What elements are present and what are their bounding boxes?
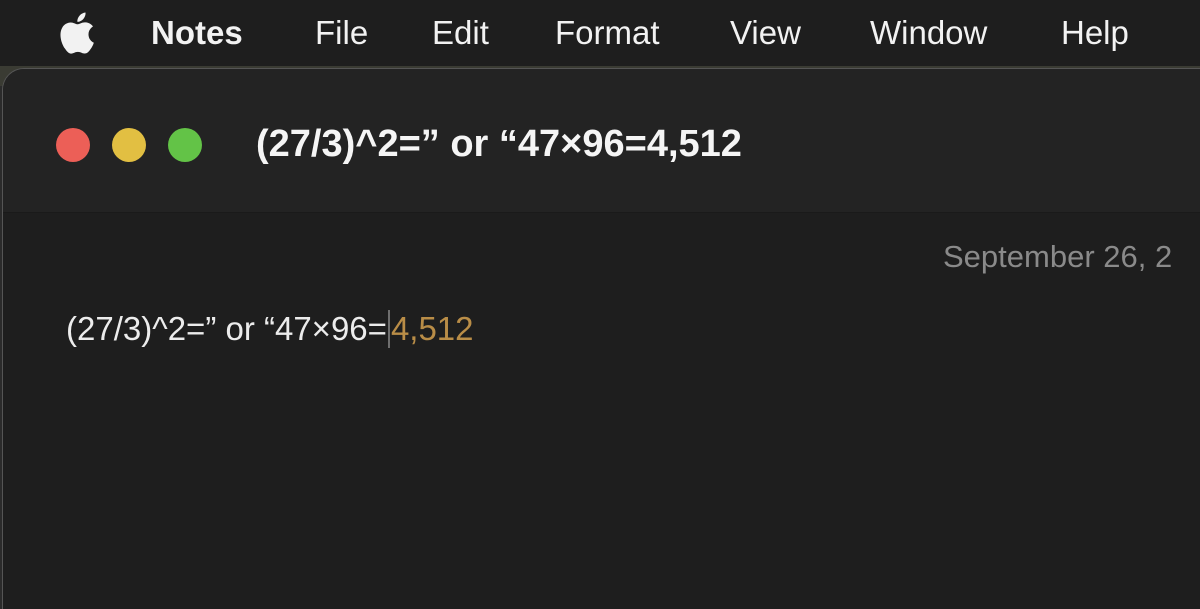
note-typed-text: (27/3)^2=” or “47×96=: [66, 310, 387, 347]
menu-bar: Notes File Edit Format View Window Help: [0, 0, 1200, 66]
menu-app-notes[interactable]: Notes: [151, 14, 243, 52]
menu-window[interactable]: Window: [870, 14, 987, 52]
minimize-button[interactable]: [112, 128, 146, 162]
menu-help[interactable]: Help: [1061, 14, 1129, 52]
menu-edit[interactable]: Edit: [432, 14, 489, 52]
notes-window: (27/3)^2=” or “47×96=4,512 September 26,…: [2, 68, 1200, 609]
note-date: September 26, 2: [943, 239, 1173, 274]
note-text-line[interactable]: (27/3)^2=” or “47×96= 4,512: [66, 309, 474, 349]
menu-format[interactable]: Format: [555, 14, 660, 52]
text-caret: [387, 310, 390, 348]
menu-file[interactable]: File: [315, 14, 368, 52]
close-button[interactable]: [56, 128, 90, 162]
zoom-button[interactable]: [168, 128, 202, 162]
window-title: (27/3)^2=” or “47×96=4,512: [256, 123, 742, 165]
menu-view[interactable]: View: [730, 14, 801, 52]
window-titlebar[interactable]: (27/3)^2=” or “47×96=4,512: [3, 69, 1200, 213]
math-result-suggestion[interactable]: 4,512: [391, 310, 474, 347]
apple-logo-icon[interactable]: [56, 11, 96, 55]
